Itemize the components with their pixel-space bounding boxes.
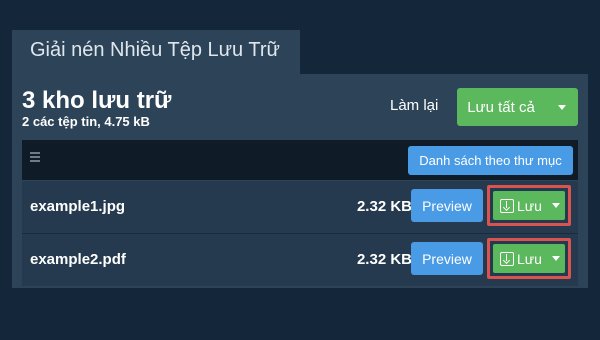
download-icon: [500, 251, 514, 266]
directory-list-button[interactable]: Danh sách theo thư mục: [408, 146, 573, 175]
file-summary: 2 các tệp tin, 4.75 kB: [22, 114, 150, 129]
list-icon[interactable]: [30, 152, 40, 162]
file-name: example1.jpg: [30, 198, 126, 215]
file-table-header: Danh sách theo thư mục: [22, 140, 578, 180]
archive-panel: 3 kho lưu trữ 2 các tệp tin, 4.75 kB Làm…: [12, 74, 588, 288]
download-icon: [500, 198, 514, 213]
table-row: example1.jpg 2.32 KB Preview Lưu: [22, 181, 578, 233]
caret-down-icon[interactable]: [551, 256, 560, 261]
table-row: example2.pdf 2.32 KB Preview Lưu: [22, 234, 578, 286]
save-button[interactable]: Lưu: [493, 191, 565, 220]
save-label: Lưu: [517, 197, 542, 214]
archive-count-heading: 3 kho lưu trữ: [22, 87, 172, 114]
preview-button[interactable]: Preview: [411, 189, 483, 222]
save-all-dropdown-toggle[interactable]: [545, 88, 578, 126]
save-all-split-button: Lưu tất cả: [457, 88, 578, 126]
file-table: Danh sách theo thư mục example1.jpg 2.32…: [22, 140, 578, 286]
save-highlight: Lưu: [487, 238, 571, 279]
reset-button[interactable]: Làm lại: [390, 97, 438, 114]
save-label: Lưu: [517, 250, 542, 267]
dialog-title: Giải nén Nhiều Tệp Lưu Trữ: [30, 39, 280, 61]
preview-button[interactable]: Preview: [411, 242, 483, 275]
save-highlight: Lưu: [487, 185, 571, 226]
caret-down-icon: [557, 104, 566, 110]
file-name: example2.pdf: [30, 251, 126, 268]
file-size: 2.32 KB: [356, 251, 412, 268]
save-button[interactable]: Lưu: [493, 244, 565, 273]
save-all-label: Lưu tất cả: [467, 98, 535, 116]
dialog-title-tab: Giải nén Nhiều Tệp Lưu Trữ: [12, 30, 300, 74]
save-all-button[interactable]: Lưu tất cả: [457, 88, 545, 126]
caret-down-icon[interactable]: [551, 203, 560, 208]
file-size: 2.32 KB: [356, 198, 412, 215]
